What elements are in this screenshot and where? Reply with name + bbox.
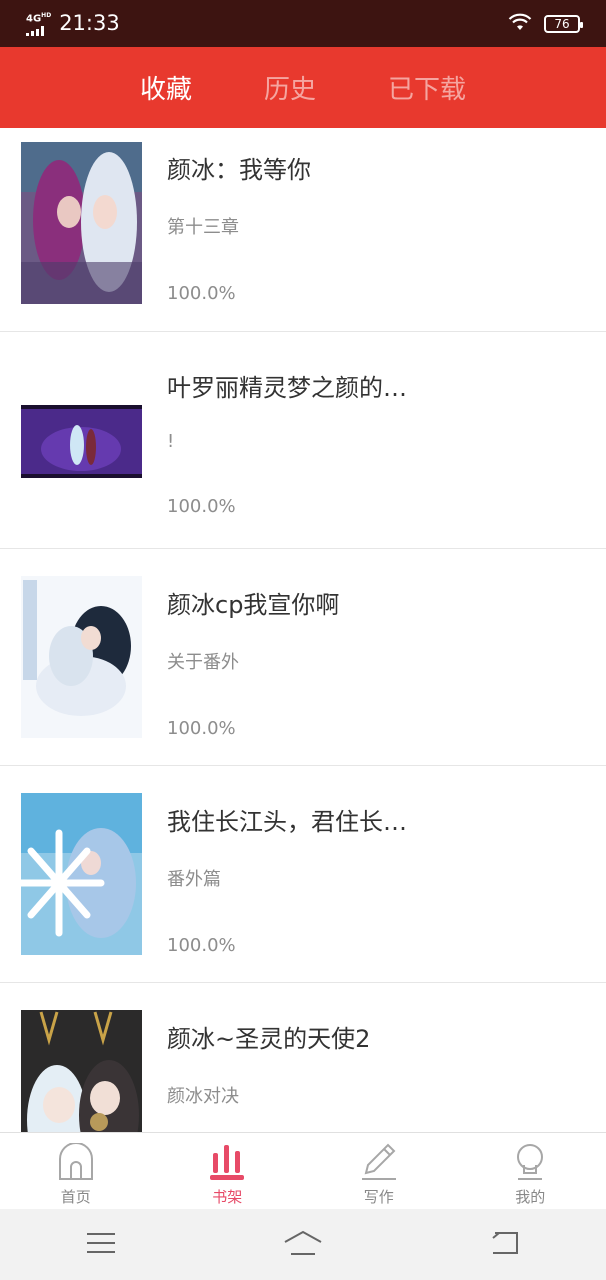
system-nav-bar [0,1209,606,1280]
menu-button[interactable] [71,1225,131,1265]
book-cover [21,359,142,521]
tab-downloaded[interactable]: 已下载 [352,69,502,106]
book-item[interactable]: 我住长江头，君住长… 番外篇 100.0% [0,766,606,983]
system-home-icon [283,1230,323,1260]
network-suffix: HD [41,12,52,20]
battery-indicator: 76 [544,14,583,33]
book-title: 颜冰~圣灵的天使2 [167,1025,371,1053]
home-icon [56,1142,96,1182]
book-item[interactable]: 叶罗丽精灵梦之颜的… ! 100.0% [0,332,606,549]
nav-label: 写作 [363,1188,394,1206]
nav-mine[interactable]: 我的 [455,1133,606,1209]
tab-history[interactable]: 历史 [228,69,352,106]
book-title: 我住长江头，君住长… [167,808,407,836]
book-progress: 100.0% [167,718,236,739]
nav-writing[interactable]: 写作 [303,1133,455,1209]
book-title: 颜冰cp我宣你啊 [167,591,340,619]
book-chapter: 颜冰对决 [167,1086,239,1107]
menu-icon [86,1232,116,1258]
status-left: 4GHD 21:33 [26,11,120,36]
book-title: 叶罗丽精灵梦之颜的… [167,374,407,402]
book-item[interactable]: 颜冰：我等你 第十三章 100.0% [0,128,606,332]
bookshelf-list: 颜冰：我等你 第十三章 100.0% 叶罗丽精灵梦之颜的… ! 100.0% 颜… [0,128,606,1132]
network-label: 4G [26,13,42,25]
profile-icon [510,1142,550,1182]
book-cover [21,142,142,304]
nav-label: 我的 [515,1188,546,1206]
book-cover [21,793,142,955]
book-chapter: 关于番外 [167,652,239,673]
book-progress: 100.0% [167,935,236,956]
book-title: 颜冰：我等你 [167,156,311,184]
bottom-nav: 首页 书架 写作 我的 [0,1132,606,1209]
top-tab-bar: 收藏 历史 已下载 [0,47,606,128]
book-item[interactable]: 颜冰cp我宣你啊 关于番外 100.0% [0,549,606,766]
nav-home[interactable]: 首页 [0,1133,152,1209]
network-indicator: 4GHD [26,11,52,36]
wifi-icon [508,13,532,35]
nav-label: 首页 [60,1188,91,1206]
tab-favorites[interactable]: 收藏 [104,69,228,106]
book-progress: 100.0% [167,283,236,304]
status-bar: 4GHD 21:33 76 [0,0,606,47]
book-progress: 100.0% [167,496,236,517]
book-item[interactable]: 颜冰~圣灵的天使2 颜冰对决 [0,983,606,1132]
pencil-icon [359,1142,399,1182]
book-chapter: ! [167,431,175,452]
clock: 21:33 [59,11,120,36]
book-cover [21,1010,142,1132]
bookshelf-icon [207,1142,247,1182]
book-chapter: 番外篇 [167,869,221,890]
back-button[interactable] [475,1225,535,1265]
book-cover [21,576,142,738]
nav-bookshelf[interactable]: 书架 [152,1133,304,1209]
back-icon [489,1231,521,1259]
nav-label: 书架 [212,1188,243,1206]
status-right: 76 [508,13,583,35]
home-button[interactable] [273,1225,333,1265]
book-chapter: 第十三章 [167,217,239,238]
signal-icon [26,25,44,36]
